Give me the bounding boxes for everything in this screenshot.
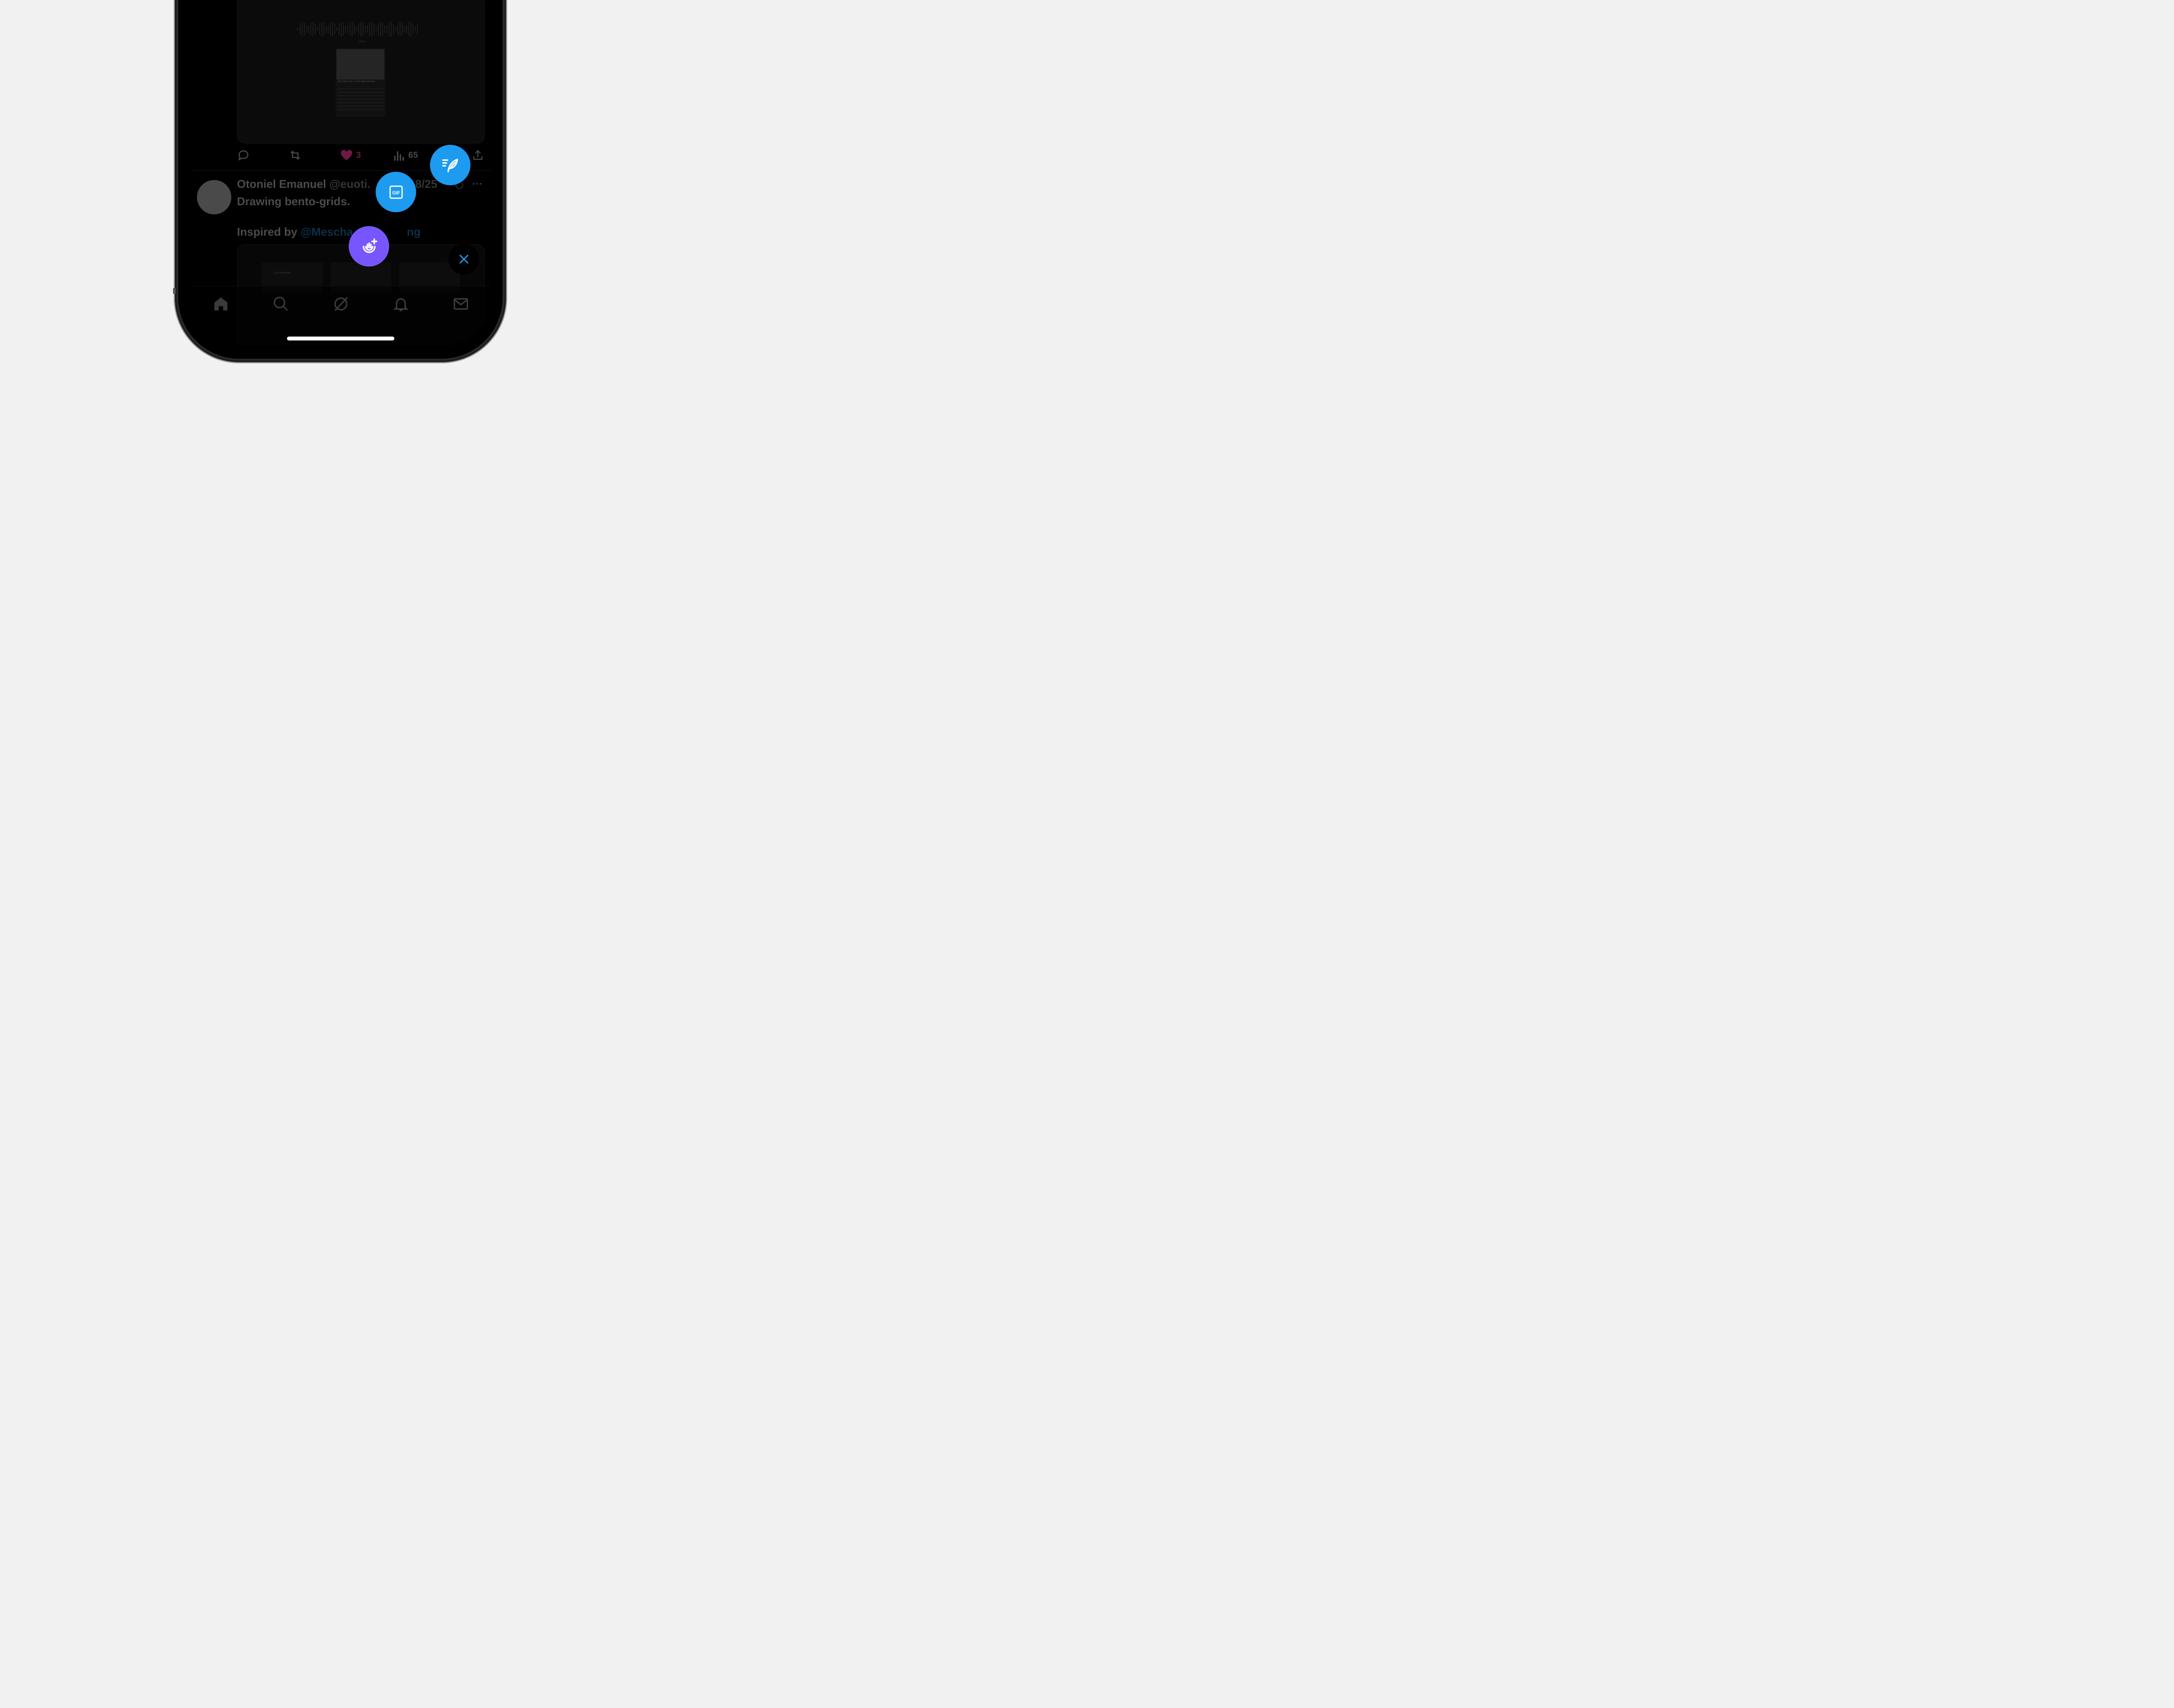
waveform-bar bbox=[391, 22, 392, 37]
waveform-bar bbox=[415, 27, 416, 32]
home-indicator[interactable] bbox=[287, 337, 394, 340]
notifications-icon[interactable] bbox=[392, 295, 410, 313]
waveform-bar bbox=[352, 22, 353, 37]
waveform-bar bbox=[321, 22, 322, 37]
messages-icon[interactable] bbox=[452, 295, 470, 313]
views-button[interactable]: 65 bbox=[393, 148, 418, 163]
waveform-bar bbox=[347, 25, 348, 33]
article-preview: The Start of a Tech Revolution bbox=[336, 48, 385, 117]
waveform-bar bbox=[319, 23, 320, 35]
home-icon[interactable] bbox=[212, 295, 230, 313]
waveform-bar bbox=[393, 24, 394, 34]
repost-button[interactable] bbox=[288, 148, 302, 163]
post-text-line2: Inspired by @Mescha ng bbox=[237, 224, 420, 240]
article-text-lines bbox=[337, 86, 383, 113]
waveform-bar bbox=[404, 26, 405, 33]
author-handle[interactable]: @euoti. bbox=[329, 177, 370, 190]
gif-icon: GIF bbox=[389, 185, 403, 199]
article-photo bbox=[337, 49, 384, 80]
waveform-bar bbox=[308, 25, 309, 33]
waveform-bar bbox=[306, 25, 307, 33]
waveform-bar bbox=[343, 23, 344, 36]
reply-icon bbox=[238, 150, 249, 161]
new-post-button[interactable] bbox=[430, 145, 470, 185]
waveform-bar bbox=[310, 22, 311, 36]
waveform-bar bbox=[302, 22, 303, 37]
waveform-bar bbox=[371, 22, 372, 37]
article-title: The Start of a Tech Revolution bbox=[337, 80, 375, 83]
waveform-bar bbox=[417, 23, 418, 35]
waveform-bar bbox=[304, 22, 305, 36]
waveform-bar bbox=[323, 22, 324, 36]
gif-button[interactable]: GIF bbox=[376, 172, 416, 212]
views-icon bbox=[394, 151, 404, 161]
heart-icon bbox=[341, 150, 352, 160]
waveform-bar bbox=[297, 27, 298, 31]
close-icon bbox=[459, 254, 469, 264]
post-header: Otoniel Emanuel @euoti. bbox=[237, 177, 370, 191]
media-card[interactable]: NEW The Start of a Tech Revolution bbox=[237, 0, 485, 143]
waveform-bar bbox=[395, 27, 396, 32]
views-count: 65 bbox=[408, 150, 418, 160]
spaces-plus-icon bbox=[362, 238, 377, 253]
waveform-bar bbox=[315, 23, 316, 35]
waveform-bar bbox=[341, 22, 342, 37]
waveform-bar bbox=[360, 22, 361, 37]
avatar[interactable] bbox=[197, 180, 231, 214]
close-menu-button[interactable] bbox=[448, 244, 480, 275]
grok-icon[interactable] bbox=[332, 295, 350, 313]
waveform-bar bbox=[402, 23, 403, 36]
post-text-prefix: Inspired by bbox=[237, 225, 297, 238]
waveform-bar bbox=[345, 26, 346, 33]
media-caption: NEW bbox=[358, 40, 366, 43]
waveform-bar bbox=[354, 24, 355, 34]
waveform-bar bbox=[358, 23, 359, 35]
search-icon[interactable] bbox=[272, 295, 290, 313]
like-count: 3 bbox=[356, 150, 361, 160]
waveform-bar bbox=[410, 22, 411, 37]
waveform-bar bbox=[326, 25, 327, 33]
waveform-bar bbox=[356, 27, 357, 31]
preview-label: Uncategorized bbox=[274, 272, 291, 274]
waveform-bar bbox=[334, 23, 335, 35]
waveform-bar bbox=[376, 27, 377, 31]
like-button[interactable]: 3 bbox=[340, 148, 361, 163]
waveform-bar bbox=[330, 22, 331, 36]
waveform-bar bbox=[389, 22, 390, 36]
waveform-bar bbox=[397, 23, 398, 35]
share-button[interactable] bbox=[472, 148, 484, 163]
waveform-bar bbox=[339, 23, 340, 35]
repost-icon bbox=[290, 150, 300, 160]
waveform-bar bbox=[380, 22, 381, 37]
more-options-icon[interactable]: ··· bbox=[472, 178, 483, 190]
waveform-bar bbox=[317, 27, 318, 31]
waveform-bar bbox=[408, 22, 409, 36]
waveform-bar bbox=[406, 25, 407, 33]
waveform-bar bbox=[328, 25, 329, 33]
waveform-bar bbox=[378, 23, 379, 35]
share-icon bbox=[473, 150, 483, 160]
waveform-bar bbox=[369, 22, 370, 36]
feather-post-icon bbox=[442, 158, 458, 172]
waveform-bar bbox=[384, 26, 385, 33]
author-name[interactable]: Otoniel Emanuel bbox=[237, 177, 326, 190]
waveform-bar bbox=[373, 24, 374, 34]
post-date: 8/25 bbox=[415, 177, 437, 190]
svg-text:GIF: GIF bbox=[392, 190, 400, 195]
reply-button[interactable] bbox=[237, 148, 250, 163]
side-button bbox=[173, 288, 176, 294]
waveform-bar bbox=[382, 23, 383, 36]
waveform-bar bbox=[367, 25, 368, 33]
audio-waveform bbox=[297, 21, 419, 37]
start-space-button[interactable] bbox=[349, 226, 389, 267]
waveform-bar bbox=[365, 26, 366, 33]
waveform-bar bbox=[332, 22, 333, 37]
